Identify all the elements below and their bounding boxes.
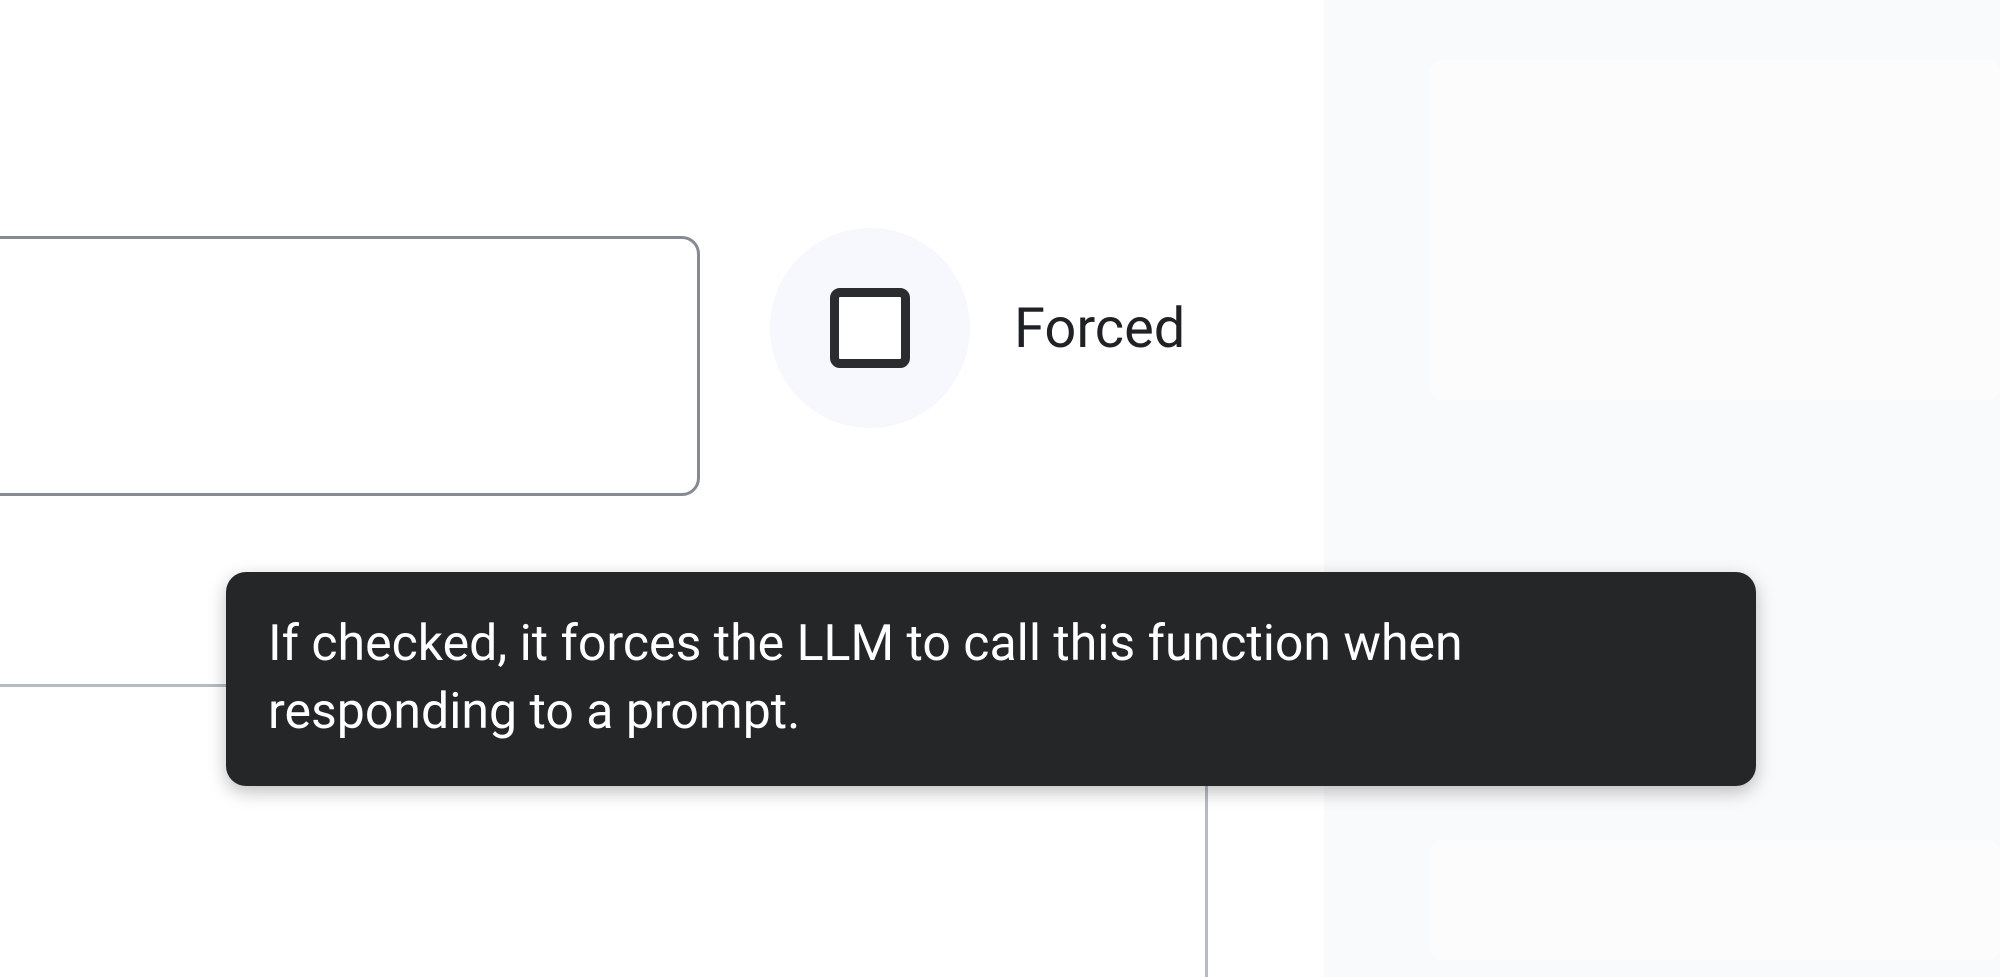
forced-tooltip: If checked, it forces the LLM to call th… — [226, 572, 1756, 786]
forced-checkbox-label: Forced — [1014, 295, 1185, 361]
side-panel-card — [1430, 60, 2000, 400]
forced-checkbox[interactable] — [830, 288, 910, 368]
side-panel-card — [1430, 840, 2000, 960]
checkbox-focus-halo — [770, 228, 970, 428]
text-input[interactable] — [0, 236, 700, 496]
forced-checkbox-group: Forced — [770, 228, 1185, 428]
